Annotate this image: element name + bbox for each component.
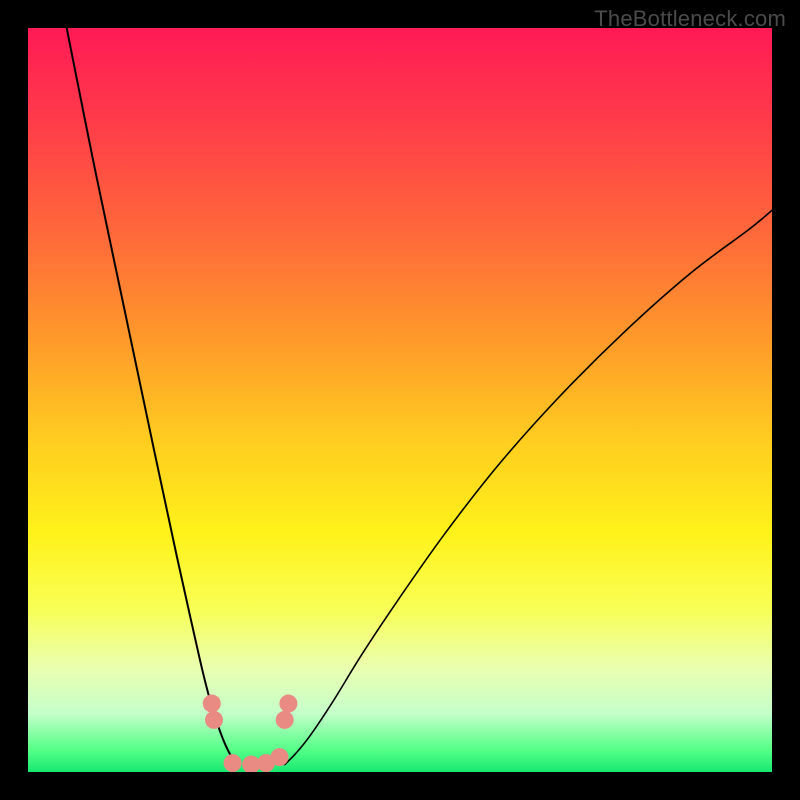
curve-left — [67, 28, 240, 765]
curve-right — [285, 210, 772, 764]
marker-dot — [276, 711, 294, 729]
marker-dot — [203, 695, 221, 713]
marker-dot — [205, 711, 223, 729]
marker-dot — [279, 695, 297, 713]
bottleneck-markers — [203, 695, 298, 772]
outer-frame: TheBottleneck.com — [0, 0, 800, 800]
marker-dot — [270, 748, 288, 766]
chart-svg — [28, 28, 772, 772]
watermark-text: TheBottleneck.com — [594, 6, 786, 32]
plot-area — [28, 28, 772, 772]
marker-dot — [224, 754, 242, 772]
